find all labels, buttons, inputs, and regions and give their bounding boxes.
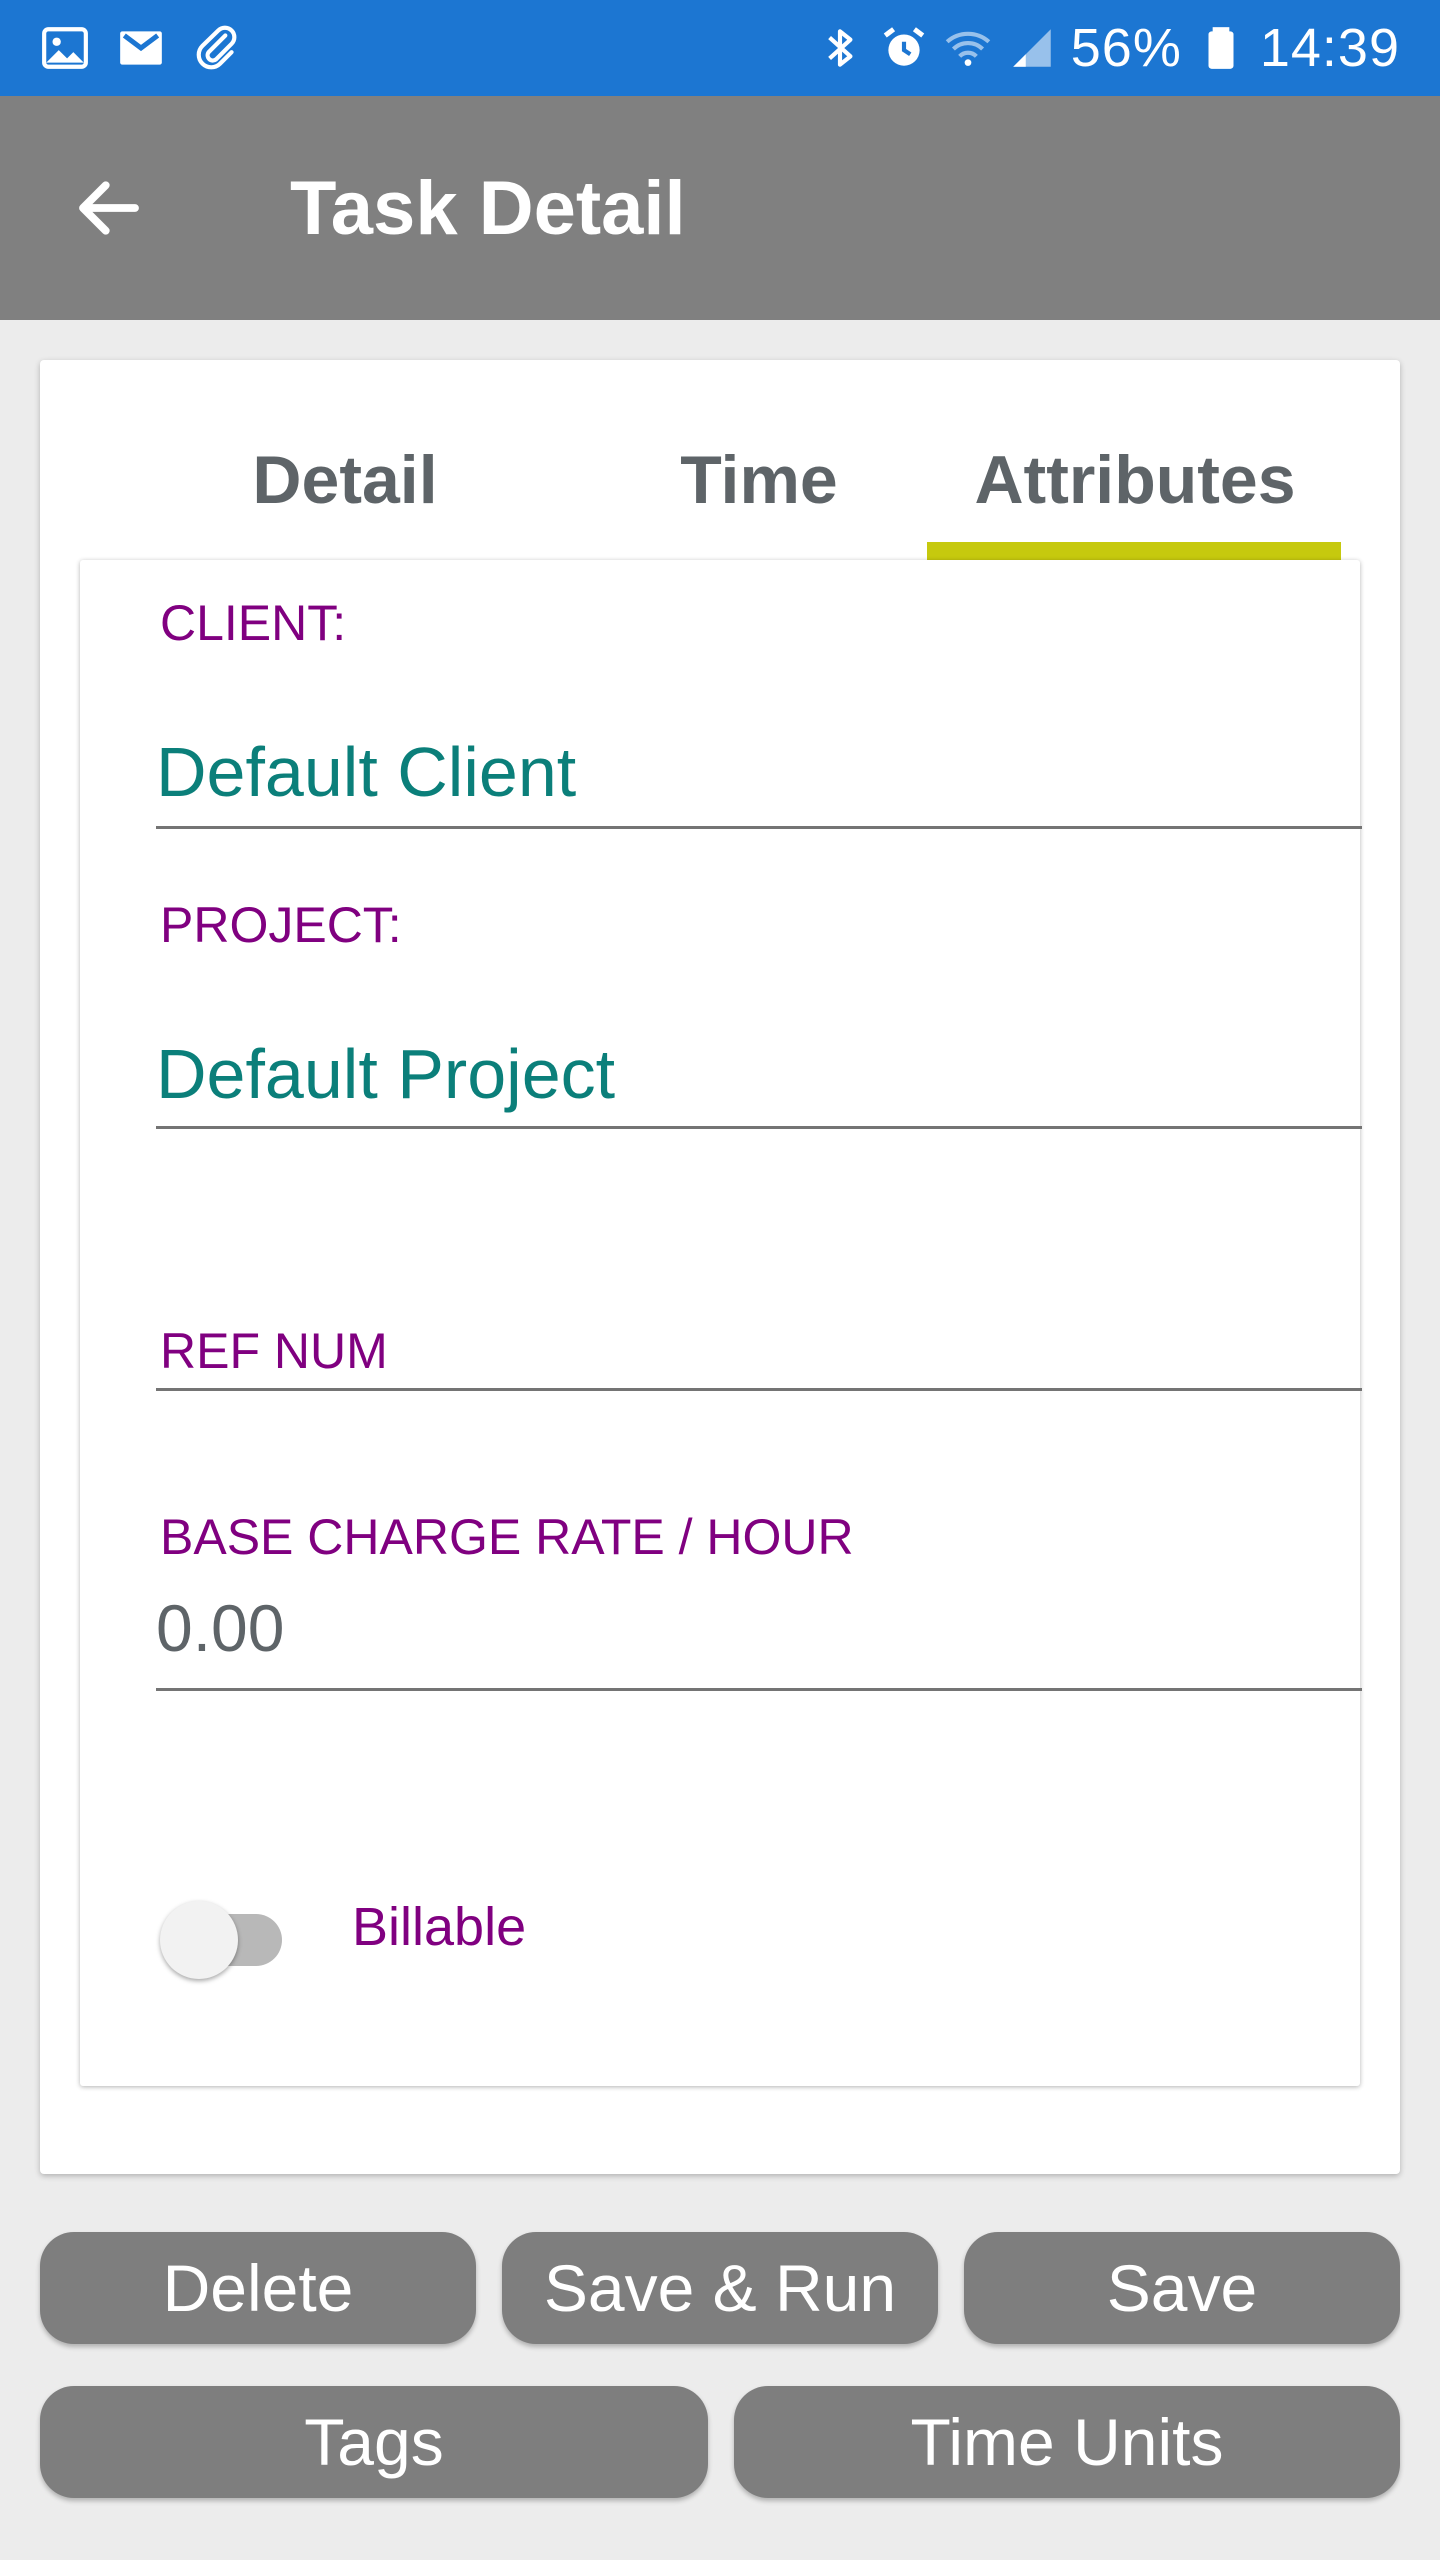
rate-input[interactable]: 0.00 [156, 1590, 284, 1666]
task-detail-card: Detail Time Attributes CLIENT: Default C… [40, 360, 1400, 2174]
status-left-icons [40, 23, 242, 73]
delete-button[interactable]: Delete [40, 2232, 476, 2344]
project-dropdown[interactable]: Default Project [156, 1034, 615, 1114]
client-label: CLIENT: [160, 595, 347, 651]
status-bar: 56% 14:39 [0, 0, 1440, 96]
battery-percent: 56% [1070, 18, 1182, 78]
arrow-left-icon [79, 181, 139, 235]
signal-icon [1007, 23, 1057, 73]
tab-attributes[interactable]: Attributes [928, 420, 1342, 540]
client-dropdown[interactable]: Default Client [156, 732, 576, 812]
client-underline [156, 826, 1362, 829]
time-units-button[interactable]: Time Units [734, 2386, 1400, 2498]
battery-icon [1196, 23, 1246, 73]
alarm-icon [879, 23, 929, 73]
gmail-icon [116, 23, 166, 73]
page-title: Task Detail [290, 165, 686, 251]
save-and-run-button[interactable]: Save & Run [502, 2232, 938, 2344]
billable-label: Billable [352, 1897, 527, 1957]
save-button[interactable]: Save [964, 2232, 1400, 2344]
tab-bar: Detail Time Attributes [40, 360, 1400, 560]
tab-selected-indicator [927, 542, 1341, 560]
project-label: PROJECT: [160, 897, 402, 953]
attributes-panel: CLIENT: Default Client PROJECT: Default … [80, 560, 1362, 2086]
toggle-thumb [160, 1901, 238, 1979]
status-clock: 14:39 [1259, 18, 1400, 78]
rate-label: BASE CHARGE RATE / HOUR [160, 1509, 854, 1565]
ref-num-field[interactable]: REF NUM [160, 1322, 388, 1380]
project-underline [156, 1126, 1362, 1129]
bluetooth-icon [815, 23, 865, 73]
app-bar: Task Detail [0, 96, 1440, 320]
wifi-icon [943, 23, 993, 73]
billable-toggle[interactable] [152, 1886, 292, 1979]
back-button[interactable] [54, 153, 164, 263]
tags-button[interactable]: Tags [40, 2386, 708, 2498]
paperclip-icon [192, 23, 242, 73]
rate-underline [156, 1688, 1362, 1691]
image-icon [40, 23, 90, 73]
ref-num-underline [156, 1388, 1362, 1391]
status-right-icons: 56% 14:39 [815, 17, 1400, 79]
tab-time[interactable]: Time [564, 420, 954, 540]
tab-detail[interactable]: Detail [150, 420, 540, 540]
